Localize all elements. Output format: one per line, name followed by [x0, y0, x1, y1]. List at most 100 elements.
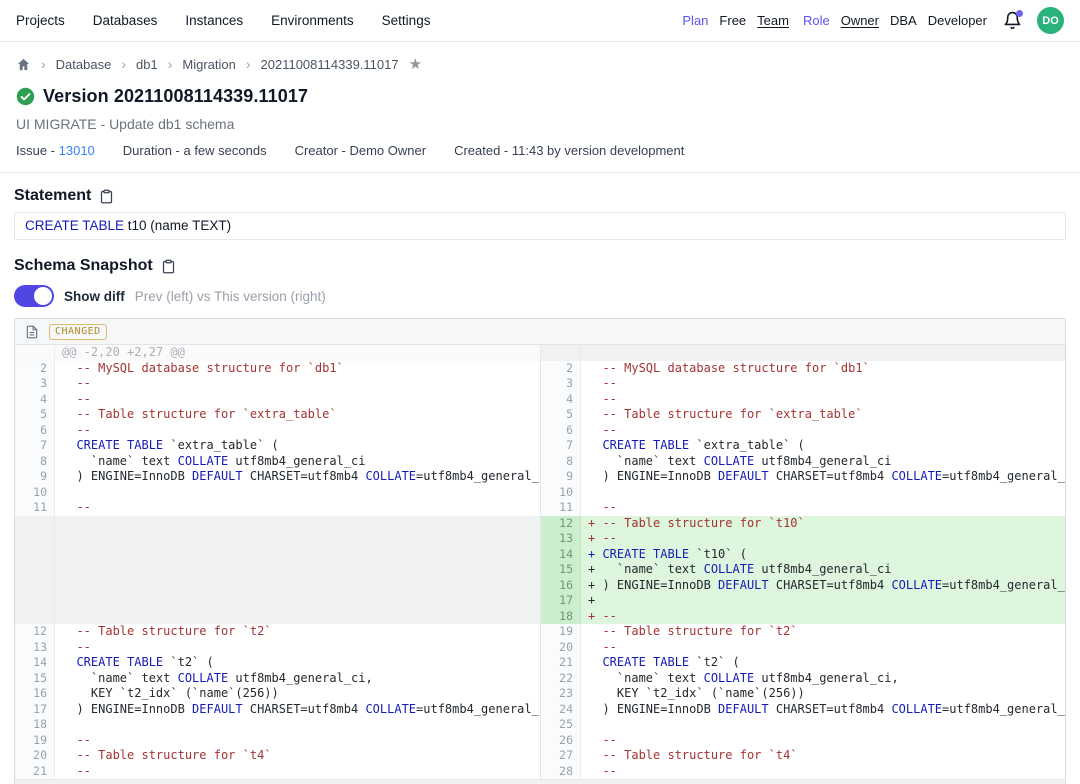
- line-number: 14: [541, 547, 581, 563]
- code-line: [55, 717, 540, 733]
- code-line: KEY `t2_idx` (`name`(256)): [581, 686, 1065, 702]
- code-line: ) ENGINE=InnoDB DEFAULT CHARSET=utf8mb4 …: [581, 702, 1065, 718]
- notification-dot: [1016, 10, 1023, 17]
- diff-row-right: 26 --: [541, 733, 1065, 749]
- diff-row-left: @@ -2,20 +2,27 @@: [15, 345, 540, 361]
- code-line: -- Table structure for `t2`: [581, 624, 1065, 640]
- plan-option-free[interactable]: Free: [719, 13, 746, 28]
- breadcrumb-item-db1[interactable]: db1: [136, 57, 158, 72]
- page-title: Version 20211008114339.11017: [43, 86, 308, 107]
- line-number: [15, 609, 55, 625]
- statement-heading: Statement: [14, 187, 91, 205]
- role-label[interactable]: Role: [803, 13, 830, 28]
- code-line: +: [581, 593, 1065, 609]
- migration-meta: Issue - 13010Duration - a few secondsCre…: [16, 143, 1064, 158]
- diff-row-right: 28 --: [541, 764, 1065, 780]
- role-option-owner[interactable]: Owner: [841, 13, 879, 28]
- diff-row-right: 12+ -- Table structure for `t10`: [541, 516, 1065, 532]
- nav-item-environments[interactable]: Environments: [271, 13, 354, 28]
- meta-item: Creator - Demo Owner: [295, 143, 426, 158]
- line-number: 5: [15, 407, 55, 423]
- notifications-button[interactable]: [1001, 10, 1023, 32]
- schema-diff-panel: CHANGED @@ -2,20 +2,27 @@2 -- MySQL data…: [14, 318, 1066, 784]
- diff-row-left: 7 CREATE TABLE `extra_table` (: [15, 438, 540, 454]
- diff-row-right: 19 -- Table structure for `t2`: [541, 624, 1065, 640]
- show-diff-toggle[interactable]: [14, 285, 54, 307]
- diff-row-left: 14 CREATE TABLE `t2` (: [15, 655, 540, 671]
- meta-item: Issue - 13010: [16, 143, 95, 158]
- code-line: [55, 593, 540, 609]
- code-line: --: [581, 764, 1065, 780]
- code-line: KEY `t2_idx` (`name`(256)): [55, 686, 540, 702]
- horizontal-scrollbar[interactable]: [15, 779, 1065, 784]
- plan-label[interactable]: Plan: [682, 13, 708, 28]
- diff-left-column: @@ -2,20 +2,27 @@2 -- MySQL database str…: [15, 345, 540, 779]
- nav-item-projects[interactable]: Projects: [16, 13, 65, 28]
- diff-row-left: 9 ) ENGINE=InnoDB DEFAULT CHARSET=utf8mb…: [15, 469, 540, 485]
- line-number: 10: [541, 485, 581, 501]
- line-number: 23: [541, 686, 581, 702]
- line-number: 3: [15, 376, 55, 392]
- copy-snapshot-icon[interactable]: [161, 259, 176, 274]
- copy-statement-icon[interactable]: [99, 189, 114, 204]
- role-option-dba[interactable]: DBA: [890, 13, 917, 28]
- diff-row-right: 6 --: [541, 423, 1065, 439]
- diff-header: CHANGED: [15, 319, 1065, 345]
- plan-option-team[interactable]: Team: [757, 13, 789, 28]
- home-icon[interactable]: [16, 57, 31, 72]
- star-icon[interactable]: ★: [409, 57, 422, 72]
- diff-row-left: 11 --: [15, 500, 540, 516]
- diff-hint: Prev (left) vs This version (right): [135, 289, 326, 304]
- code-line: `name` text COLLATE utf8mb4_general_ci: [581, 454, 1065, 470]
- diff-row-left: 20 -- Table structure for `t4`: [15, 748, 540, 764]
- line-number: 15: [15, 671, 55, 687]
- nav-item-databases[interactable]: Databases: [93, 13, 158, 28]
- diff-row-left: 19 --: [15, 733, 540, 749]
- diff-row-left: 21 --: [15, 764, 540, 780]
- code-line: --: [55, 376, 540, 392]
- code-line: `name` text COLLATE utf8mb4_general_ci,: [55, 671, 540, 687]
- line-number: 13: [15, 640, 55, 656]
- diff-row-right: 7 CREATE TABLE `extra_table` (: [541, 438, 1065, 454]
- code-line: [581, 345, 1065, 361]
- diff-row-left: 13 --: [15, 640, 540, 656]
- toggle-knob: [34, 287, 52, 305]
- code-line: -- Table structure for `t4`: [55, 748, 540, 764]
- line-number: [15, 516, 55, 532]
- line-number: 21: [15, 764, 55, 780]
- diff-row-left: [15, 516, 540, 532]
- line-number: 22: [541, 671, 581, 687]
- diff-row-right: 16+ ) ENGINE=InnoDB DEFAULT CHARSET=utf8…: [541, 578, 1065, 594]
- avatar[interactable]: DO: [1037, 7, 1064, 34]
- code-line: --: [581, 640, 1065, 656]
- diff-row-right: 9 ) ENGINE=InnoDB DEFAULT CHARSET=utf8mb…: [541, 469, 1065, 485]
- line-number: 12: [15, 624, 55, 640]
- breadcrumb-item-20211008114339-11017[interactable]: 20211008114339.11017: [261, 57, 399, 72]
- line-number: 11: [541, 500, 581, 516]
- nav-item-settings[interactable]: Settings: [382, 13, 431, 28]
- diff-row-left: [15, 609, 540, 625]
- code-line: -- MySQL database structure for `db1`: [581, 361, 1065, 377]
- code-line: --: [581, 733, 1065, 749]
- line-number: 3: [541, 376, 581, 392]
- diff-row-left: 8 `name` text COLLATE utf8mb4_general_ci: [15, 454, 540, 470]
- code-line: + ) ENGINE=InnoDB DEFAULT CHARSET=utf8mb…: [581, 578, 1065, 594]
- line-number: 10: [15, 485, 55, 501]
- breadcrumb-item-migration[interactable]: Migration: [182, 57, 235, 72]
- role-option-developer[interactable]: Developer: [928, 13, 987, 28]
- schema-snapshot-heading: Schema Snapshot: [14, 257, 153, 275]
- diff-row-left: [15, 547, 540, 563]
- diff-row-left: 2 -- MySQL database structure for `db1`: [15, 361, 540, 377]
- code-line: + `name` text COLLATE utf8mb4_general_ci: [581, 562, 1065, 578]
- code-line: ) ENGINE=InnoDB DEFAULT CHARSET=utf8mb4 …: [581, 469, 1065, 485]
- code-line: -- Table structure for `extra_table`: [581, 407, 1065, 423]
- issue-link[interactable]: 13010: [59, 143, 95, 158]
- diff-row-left: 5 -- Table structure for `extra_table`: [15, 407, 540, 423]
- diff-row-left: 10: [15, 485, 540, 501]
- diff-row-right: 18+ --: [541, 609, 1065, 625]
- line-number: 19: [541, 624, 581, 640]
- diff-row-left: 12 -- Table structure for `t2`: [15, 624, 540, 640]
- nav-item-instances[interactable]: Instances: [185, 13, 243, 28]
- sql-segment: t10 (name TEXT): [124, 218, 231, 233]
- breadcrumb-item-database[interactable]: Database: [56, 57, 112, 72]
